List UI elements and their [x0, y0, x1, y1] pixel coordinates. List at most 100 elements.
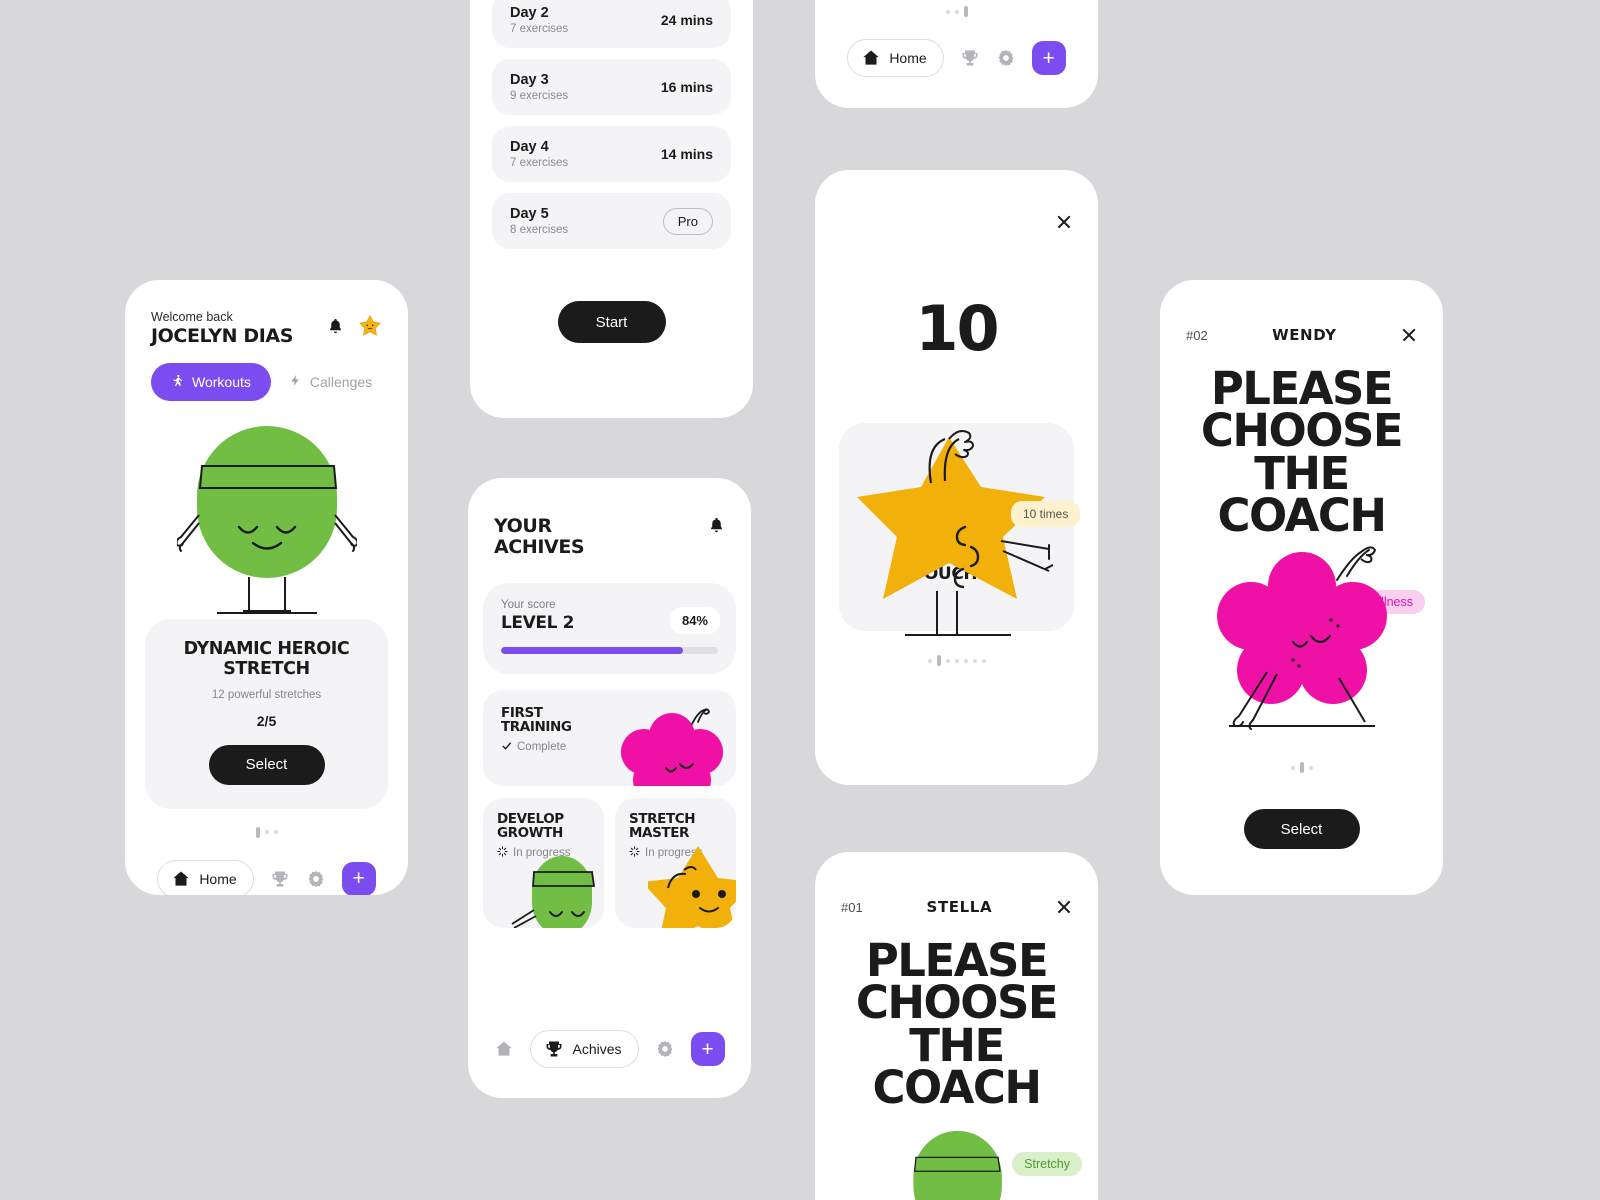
day-value: 24 mins	[660, 12, 713, 28]
achievement-card-develop-growth[interactable]: DEVELOP GROWTH In progress	[483, 797, 604, 928]
close-icon[interactable]	[1056, 214, 1072, 230]
day-value: 14 mins	[660, 146, 713, 162]
nav-item-achives[interactable]: Achives	[530, 1030, 639, 1068]
table-row[interactable]: Day 5 8 exercises Pro	[492, 193, 731, 249]
tab-callenges[interactable]: Callenges	[281, 363, 392, 401]
nav-item-home-label: Home	[199, 870, 237, 887]
workout-card: DYNAMIC HEROIC STRETCH 12 powerful stret…	[145, 619, 388, 809]
tab-workouts[interactable]: Workouts	[151, 363, 271, 401]
gear-icon[interactable]	[655, 1039, 675, 1059]
coach-name: STELLA	[926, 898, 993, 916]
select-button[interactable]: Select	[208, 744, 325, 785]
close-icon[interactable]	[1401, 327, 1417, 343]
select-button[interactable]: Select	[1243, 809, 1360, 849]
day-list: Day 2 7 exercises 24 mins Day 3 9 exerci…	[470, 0, 753, 249]
home-tabs: Workouts Callenges	[125, 347, 408, 401]
day-sub: 7 exercises	[510, 23, 569, 35]
nav-item-home[interactable]: Home	[157, 859, 254, 895]
achievement-title: DEVELOP GROWTH	[497, 810, 564, 842]
score-percent-badge: 84%	[669, 606, 720, 634]
check-icon	[501, 740, 512, 754]
flower-magenta-mascot	[621, 707, 723, 786]
fragment-navbar: Home +	[815, 39, 1098, 77]
page-title: YOUR ACHIVES	[494, 515, 585, 559]
trophy-icon[interactable]	[270, 869, 290, 889]
screen-achieves: YOUR ACHIVES Your score LEVEL 2 84% FIRS…	[468, 478, 751, 1098]
achievement-status-label: Complete	[517, 741, 567, 754]
achievement-title: STRETCH MASTER	[629, 810, 696, 842]
start-button[interactable]: Start	[557, 301, 666, 343]
tab-callenges-label: Callenges	[309, 374, 373, 390]
exercise-count: 10	[915, 292, 999, 365]
home-navbar: Home +	[125, 859, 408, 895]
bell-icon[interactable]	[327, 317, 344, 340]
spark-icon	[629, 846, 640, 860]
blob-green-mascot	[176, 426, 357, 614]
bolt-icon	[289, 373, 302, 391]
screen-coach-stella: #01 STELLA PLEASE CHOOSE THE COACH Stret…	[815, 852, 1098, 1200]
day-sub: 9 exercises	[510, 90, 569, 102]
add-button[interactable]: +	[690, 1032, 725, 1066]
table-row[interactable]: Day 4 7 exercises 14 mins	[492, 126, 731, 182]
screen-day-list: Day 2 7 exercises 24 mins Day 3 9 exerci…	[470, 0, 753, 418]
nav-item-home-label: Home	[889, 50, 927, 66]
day-name: Day 5	[510, 206, 549, 222]
progress-fill	[501, 646, 684, 654]
star-yellow-mascot	[648, 845, 736, 928]
exercise-illustration: 10 times TOE TOUCHES	[815, 423, 1098, 636]
exercise-header	[815, 170, 1098, 230]
workout-counter: 2/5	[256, 712, 277, 729]
home-icon	[861, 48, 881, 68]
progress-bar	[501, 646, 718, 654]
user-name: JOCELYN DIAS	[151, 325, 293, 347]
gear-icon[interactable]	[306, 869, 326, 889]
star-badge-icon[interactable]	[358, 314, 382, 343]
day-sub: 7 exercises	[510, 157, 569, 169]
achievement-row: DEVELOP GROWTH In progress STRETCH MASTE…	[483, 797, 736, 928]
greeting-block: Welcome back JOCELYN DIAS	[151, 310, 293, 347]
coach-header: #02 WENDY	[1160, 280, 1443, 344]
home-header: Welcome back JOCELYN DIAS	[125, 280, 408, 347]
day-name: Day 3	[510, 72, 549, 88]
add-button[interactable]: +	[1031, 41, 1066, 75]
welcome-label: Welcome back	[151, 310, 233, 324]
exercise-carousel-dots[interactable]	[815, 655, 1098, 666]
add-button[interactable]: +	[341, 861, 376, 895]
pro-badge[interactable]: Pro	[662, 207, 713, 235]
spark-icon	[497, 846, 508, 860]
table-row[interactable]: Day 3 9 exercises 16 mins	[492, 59, 731, 115]
coach-carousel-dots[interactable]	[1160, 762, 1443, 773]
home-icon[interactable]	[494, 1039, 514, 1059]
coach-name: WENDY	[1272, 326, 1337, 344]
nav-item-home[interactable]: Home	[847, 39, 944, 77]
screen-home: Welcome back JOCELYN DIAS Workouts Calle…	[125, 280, 408, 895]
table-row[interactable]: Day 2 7 exercises 24 mins	[492, 0, 731, 48]
home-mascot-area	[125, 401, 408, 619]
trophy-icon[interactable]	[960, 48, 980, 68]
achievement-card-first-training[interactable]: FIRST TRAINING Complete	[483, 689, 736, 786]
runner-icon	[171, 373, 184, 391]
nav-item-achives-label: Achives	[572, 1041, 622, 1057]
times-badge: 10 times	[1011, 501, 1081, 527]
header-icons	[327, 314, 382, 343]
coach-number: #02	[1186, 327, 1208, 343]
achieves-header: YOUR ACHIVES	[468, 478, 751, 559]
close-icon[interactable]	[1056, 899, 1072, 915]
bell-icon[interactable]	[708, 516, 725, 539]
home-icon	[171, 869, 191, 889]
achievement-card-stretch-master[interactable]: STRETCH MASTER In progress	[615, 797, 736, 928]
gear-icon[interactable]	[996, 48, 1016, 68]
star-yellow-mascot	[857, 430, 1053, 636]
day-value: 16 mins	[660, 79, 713, 95]
nav-fragment-carousel-dots[interactable]	[815, 6, 1098, 17]
coach-number: #01	[841, 899, 863, 915]
screen-coach-wendy: #02 WENDY PLEASE CHOOSE THE COACH Wellne…	[1160, 280, 1443, 895]
flower-magenta-mascot	[1216, 546, 1387, 730]
canvas: Welcome back JOCELYN DIAS Workouts Calle…	[0, 0, 1600, 1200]
workout-subtitle: 12 powerful stretches	[211, 688, 322, 701]
screen-exercise: 10 10 times TOE TOUCHES	[815, 170, 1098, 785]
day-name: Day 2	[510, 5, 549, 21]
blob-green-mascot	[912, 1130, 1002, 1200]
blob-green-mascot	[511, 855, 596, 928]
home-carousel-dots[interactable]	[125, 826, 408, 838]
